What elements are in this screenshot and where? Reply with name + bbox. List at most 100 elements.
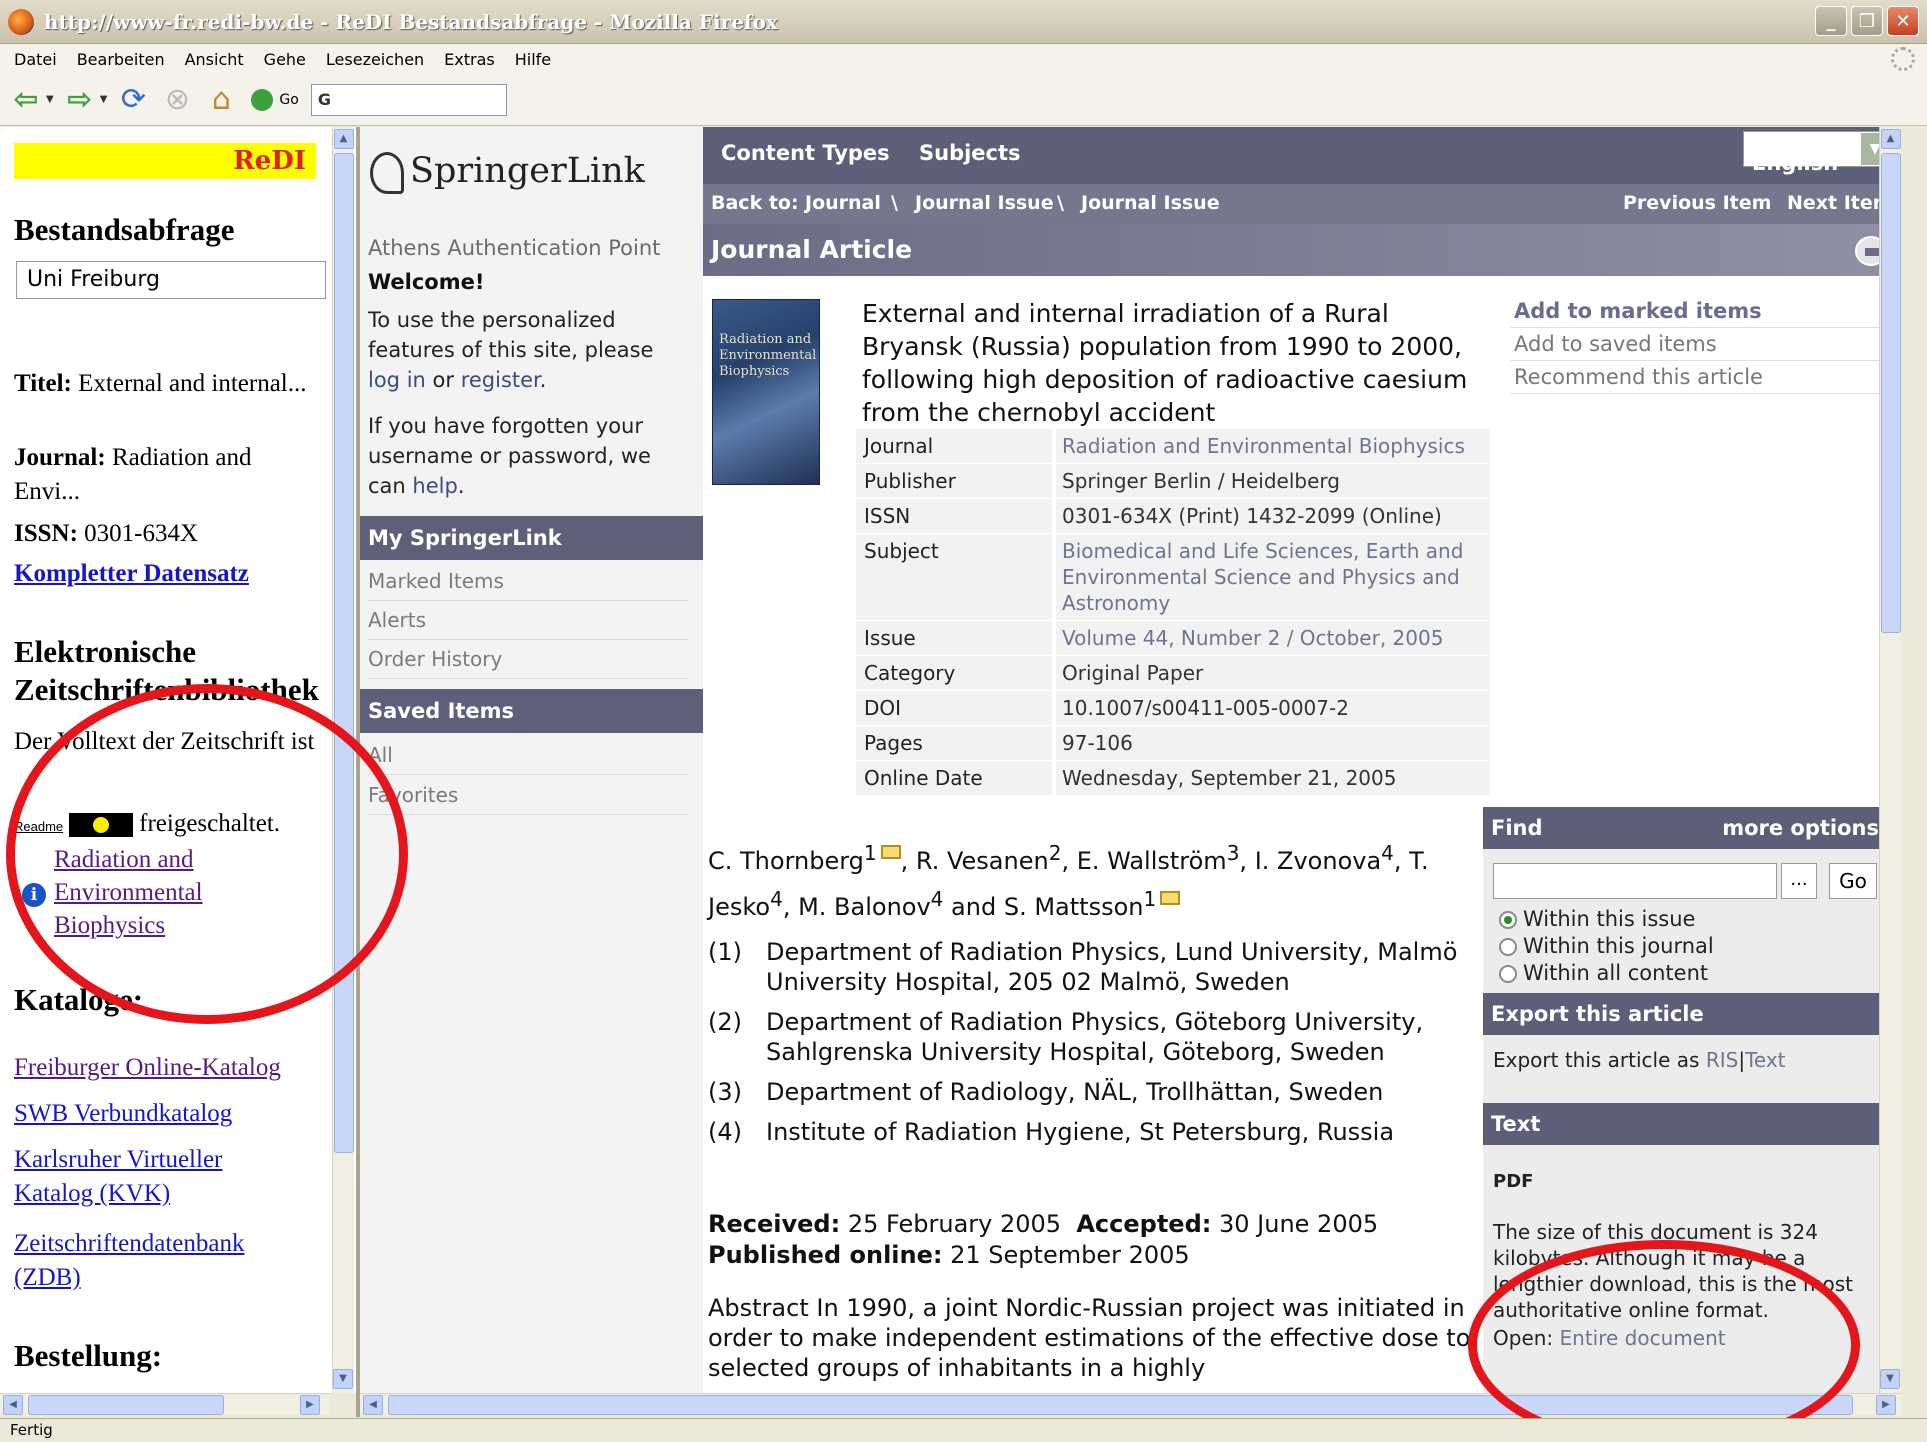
stop-icon[interactable]: ⊗ bbox=[159, 82, 195, 118]
meta-row-issue: Issue Volume 44, Number 2 / October, 2005 bbox=[856, 621, 1490, 656]
scroll-left-icon[interactable]: ◀ bbox=[363, 1395, 383, 1415]
scroll-up-icon[interactable]: ▲ bbox=[333, 129, 354, 149]
readme-link[interactable]: Readme bbox=[14, 819, 63, 834]
springerlink-logo[interactable]: SpringerLink bbox=[370, 151, 645, 194]
hscroll-thumb[interactable] bbox=[388, 1395, 1853, 1415]
find-input[interactable] bbox=[1493, 863, 1777, 899]
sidebar-item-marked-items[interactable]: Marked Items bbox=[368, 563, 688, 601]
find-options-button[interactable]: ... bbox=[1781, 863, 1817, 899]
forward-icon[interactable]: ⇨ bbox=[62, 82, 98, 118]
maximize-button[interactable]: ❐ bbox=[1851, 6, 1883, 36]
back-icon[interactable]: ⇦ bbox=[8, 82, 44, 118]
scroll-thumb[interactable] bbox=[334, 153, 354, 1153]
go-icon[interactable] bbox=[251, 88, 274, 111]
issn-label: ISSN: bbox=[14, 520, 78, 547]
find-go-button[interactable]: Go bbox=[1829, 863, 1877, 899]
sidebar-item-alerts[interactable]: Alerts bbox=[368, 602, 688, 640]
breadcrumb-journal-issue[interactable]: Journal Issue bbox=[915, 192, 1054, 214]
my-springerlink-heading: My SpringerLink bbox=[360, 516, 703, 560]
left-horizontal-scrollbar[interactable]: ◀ ▶ bbox=[0, 1393, 330, 1415]
radio-icon[interactable] bbox=[1499, 965, 1517, 983]
add-to-marked-items-link[interactable]: Add to marked items bbox=[1510, 295, 1890, 328]
meta-journal-link[interactable]: Radiation and Environmental Biophysics bbox=[1056, 429, 1490, 463]
minimize-button[interactable]: _ bbox=[1815, 6, 1847, 36]
language-select[interactable]: English ▼ bbox=[1743, 131, 1891, 175]
sidebar-item-favorites[interactable]: Favorites bbox=[368, 777, 688, 815]
open-line: Open: Entire document bbox=[1493, 1325, 1883, 1351]
info-icon[interactable]: i bbox=[22, 883, 46, 907]
left-vertical-scrollbar[interactable]: ▲ ▼ bbox=[332, 127, 354, 1393]
scroll-thumb[interactable] bbox=[1881, 153, 1901, 633]
scroll-left-icon[interactable]: ◀ bbox=[3, 1395, 23, 1415]
scroll-down-icon[interactable]: ▼ bbox=[1880, 1369, 1900, 1389]
catalog-link-swb[interactable]: SWB Verbundkatalog bbox=[14, 1100, 232, 1127]
url-field[interactable]: G bbox=[310, 83, 507, 116]
export-ris-link[interactable]: RIS bbox=[1706, 1048, 1739, 1072]
journal-label: Journal: bbox=[14, 444, 106, 471]
meta-issue-link[interactable]: Volume 44, Number 2 / October, 2005 bbox=[1056, 621, 1490, 655]
mail-icon[interactable] bbox=[1160, 891, 1181, 905]
login-link[interactable]: log in bbox=[368, 368, 426, 392]
nav-content-types[interactable]: Content Types bbox=[721, 141, 890, 165]
catalog-link-freiburg[interactable]: Freiburger Online-Katalog bbox=[14, 1054, 281, 1081]
menu-datei[interactable]: Datei bbox=[14, 50, 57, 69]
radio-selected-icon[interactable] bbox=[1499, 911, 1517, 929]
export-text-link[interactable]: Text bbox=[1745, 1048, 1785, 1072]
author-affil-ref: 4 bbox=[770, 887, 783, 911]
nav-subjects[interactable]: Subjects bbox=[919, 141, 1021, 165]
add-to-saved-items-link[interactable]: Add to saved items bbox=[1510, 328, 1890, 361]
close-button[interactable]: ✕ bbox=[1887, 6, 1919, 36]
home-icon[interactable]: ⌂ bbox=[203, 82, 239, 118]
entire-document-link[interactable]: Entire document bbox=[1560, 1326, 1726, 1350]
meta-subject-links[interactable]: Biomedical and Life Sciences, Earth and … bbox=[1056, 534, 1490, 620]
recommend-article-link[interactable]: Recommend this article bbox=[1510, 361, 1890, 394]
affiliation-text: Department of Radiation Physics, Lund Un… bbox=[766, 938, 1458, 996]
intro-text-1: To use the personalized features of this… bbox=[368, 308, 654, 362]
scroll-down-icon[interactable]: ▼ bbox=[333, 1369, 353, 1389]
sidebar-item-order-history[interactable]: Order History bbox=[368, 641, 688, 679]
right-horizontal-scrollbar[interactable]: ◀ ▶ bbox=[360, 1393, 1901, 1415]
hscroll-thumb[interactable] bbox=[28, 1395, 224, 1415]
ezb-status-text: freigeschaltet. bbox=[139, 810, 281, 837]
scroll-right-icon[interactable]: ▶ bbox=[300, 1395, 320, 1415]
athens-link[interactable]: Athens Authentication Point bbox=[368, 233, 688, 263]
radio-icon[interactable] bbox=[1499, 938, 1517, 956]
sidebar-item-all[interactable]: All bbox=[368, 737, 688, 775]
full-record-link[interactable]: Kompletter Datensatz bbox=[14, 560, 249, 587]
meta-value: Original Paper bbox=[1056, 656, 1490, 690]
meta-key: Pages bbox=[856, 726, 1052, 760]
right-vertical-scrollbar[interactable]: ▲ ▼ bbox=[1879, 127, 1901, 1393]
forward-dropdown-icon[interactable]: ▼ bbox=[100, 94, 108, 105]
menu-gehe[interactable]: Gehe bbox=[264, 50, 306, 69]
radio-within-all-content[interactable]: Within all content bbox=[1499, 961, 1708, 985]
scroll-up-icon[interactable]: ▲ bbox=[1880, 129, 1901, 149]
institution-select[interactable]: Uni Freiburg bbox=[16, 261, 326, 299]
meta-key: Category bbox=[856, 656, 1052, 690]
previous-item-link[interactable]: Previous Item bbox=[1623, 192, 1771, 214]
breadcrumb-journal-issue-2[interactable]: Journal Issue bbox=[1081, 192, 1220, 214]
menu-hilfe[interactable]: Hilfe bbox=[515, 50, 551, 69]
affiliation-item: (2) Department of Radiation Physics, Göte… bbox=[708, 1007, 1498, 1067]
help-link[interactable]: help bbox=[412, 474, 457, 498]
ezb-journal-link[interactable]: Radiation and Environmental Biophysics bbox=[54, 846, 203, 939]
meta-key: Issue bbox=[856, 621, 1052, 655]
scroll-right-icon[interactable]: ▶ bbox=[1876, 1395, 1896, 1415]
back-dropdown-icon[interactable]: ▼ bbox=[46, 94, 54, 105]
accepted-label: Accepted: bbox=[1076, 1210, 1212, 1238]
register-link[interactable]: register bbox=[461, 368, 540, 392]
radio-within-issue[interactable]: Within this issue bbox=[1499, 907, 1695, 931]
catalog-link-zdb[interactable]: Zeitschriftendatenbank (ZDB) bbox=[14, 1230, 244, 1291]
next-item-link[interactable]: Next Item bbox=[1787, 192, 1893, 214]
mail-icon[interactable] bbox=[880, 845, 901, 859]
menu-extras[interactable]: Extras bbox=[444, 50, 495, 69]
catalog-link-kvk[interactable]: Karlsruher Virtueller Katalog (KVK) bbox=[14, 1146, 222, 1207]
menu-lesezeichen[interactable]: Lesezeichen bbox=[326, 50, 424, 69]
more-options-link[interactable]: more options bbox=[1722, 807, 1879, 849]
menu-ansicht[interactable]: Ansicht bbox=[185, 50, 244, 69]
menu-bearbeiten[interactable]: Bearbeiten bbox=[77, 50, 165, 69]
go-label[interactable]: Go bbox=[279, 92, 298, 108]
radio-within-journal[interactable]: Within this journal bbox=[1499, 934, 1714, 958]
reload-icon[interactable]: ⟳ bbox=[115, 82, 151, 118]
breadcrumb-journal[interactable]: Journal bbox=[805, 192, 881, 214]
affiliation-number: (2) bbox=[708, 1008, 742, 1036]
